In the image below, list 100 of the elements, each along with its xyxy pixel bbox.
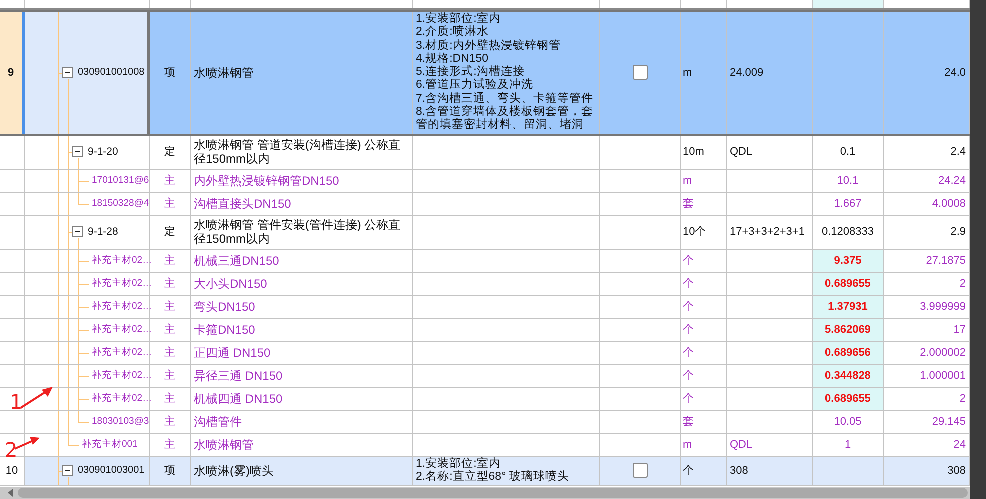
table-row[interactable]: 9-1-28 定 水喷淋钢管 管件安装(管件连接) 公称直径150mm以内 10个 17+3+3+2+3+1 0.1208333 2.9 bbox=[0, 216, 970, 250]
features-text: 1.安装部位:室内 2.名称:直立型68° 玻璃球喷头 bbox=[416, 458, 570, 484]
unit-text: 个 bbox=[683, 322, 694, 337]
content-value: 5.862069 bbox=[825, 322, 871, 337]
checkbox[interactable] bbox=[632, 65, 648, 80]
quantity-value: 24.24 bbox=[938, 174, 966, 188]
code-text: 9-1-28 bbox=[88, 225, 118, 240]
unit-text: 个 bbox=[683, 368, 694, 383]
expression-text: 308 bbox=[730, 464, 748, 478]
annotation-arrow bbox=[14, 436, 40, 450]
name-text: 正四通 DN150 bbox=[194, 346, 271, 360]
unit-text: 10个 bbox=[683, 225, 706, 240]
name-text: 异径三通 DN150 bbox=[194, 368, 283, 383]
expression-text: QDL bbox=[730, 145, 753, 160]
code-text: 18030103@3 bbox=[92, 414, 150, 429]
quantity-value: 24.0 bbox=[944, 66, 966, 80]
table-row[interactable]: 补充主材02… 主 卡箍DN150 个 5.862069 17 bbox=[0, 318, 970, 342]
unit-text: m bbox=[683, 174, 692, 188]
table-row[interactable]: 9-1-20 定 水喷淋钢管 管道安装(沟槽连接) 公称直径150mm以内 10m QDL 0.1 2.4 bbox=[0, 136, 970, 170]
code-text: 18150328@4 bbox=[92, 196, 150, 211]
row-number: 9 bbox=[0, 12, 25, 134]
content-value: 0.1208333 bbox=[822, 225, 874, 240]
unit-text: 个 bbox=[683, 392, 694, 406]
code-text: 补充主材02… bbox=[92, 300, 152, 314]
name-text: 大小头DN150 bbox=[194, 276, 268, 291]
code-text: 9-1-20 bbox=[88, 145, 118, 160]
type-text: 主 bbox=[164, 438, 176, 452]
code-text: 补充主材02… bbox=[92, 322, 152, 337]
content-value: 0.344828 bbox=[825, 368, 871, 383]
content-value: 0.689656 bbox=[825, 346, 871, 360]
expression-text: 17+3+3+2+3+1 bbox=[730, 225, 805, 240]
collapse-toggle[interactable] bbox=[62, 464, 73, 476]
table-row[interactable]: 9 030901001008 项 水喷淋钢管 1.安装部位:室内 2.介质:喷淋水 3.材质:内外壁热浸镀锌钢管 4.规格:DN150 5.连接形式:沟槽连接 6.管道压力试验及冲洗 7.含沟槽三通、弯头、卡箍等管件 8.含管道穿墙体及楼板钢套管，套管的填塞密封材料、留洞、堵洞 m 24.009 24.0 bbox=[0, 10, 970, 136]
type-text: 定 bbox=[164, 145, 176, 160]
unit-text: 套 bbox=[683, 196, 694, 211]
collapse-toggle[interactable] bbox=[72, 146, 83, 158]
features-text: 1.安装部位:室内 2.介质:喷淋水 3.材质:内外壁热浸镀锌钢管 4.规格:DN150 5.连接形式:沟槽连接 6.管道压力试验及冲洗 7.含沟槽三通、弯头、卡箍等管件 8.含管道穿墙体及楼板钢套管，套管的填塞密封材料、留洞、堵洞 bbox=[416, 13, 595, 133]
name-text: 弯头DN150 bbox=[194, 300, 256, 314]
unit-text: m bbox=[683, 438, 692, 452]
table-row[interactable]: 10 030901003001 项 水喷淋(雾)喷头 1.安装部位:室内 2.名称:直立型68° 玻璃球喷头 个 308 308 bbox=[0, 456, 970, 486]
content-value: 1.667 bbox=[834, 196, 862, 211]
horizontal-scrollbar[interactable] bbox=[0, 487, 970, 499]
scroll-left-icon[interactable] bbox=[8, 489, 14, 497]
code-text: 17010131@6 bbox=[92, 174, 150, 188]
table-cell bbox=[813, 0, 884, 8]
type-text: 项 bbox=[164, 66, 176, 80]
unit-text: 个 bbox=[683, 276, 694, 291]
name-text: 机械三通DN150 bbox=[194, 254, 280, 268]
quantity-value: 2.4 bbox=[950, 145, 966, 160]
quantity-value: 2.000002 bbox=[920, 346, 966, 360]
collapse-toggle[interactable] bbox=[62, 66, 73, 78]
row-number: 10 bbox=[0, 456, 25, 486]
unit-text: m bbox=[683, 66, 692, 80]
content-value: 10.1 bbox=[837, 174, 859, 188]
content-value: 1.37931 bbox=[828, 300, 868, 314]
table-row[interactable]: 18150328@4 主 沟槽直接头DN150 套 1.667 4.0008 bbox=[0, 192, 970, 216]
code-text: 补充主材02… bbox=[92, 346, 152, 360]
unit-text: 个 bbox=[683, 254, 694, 268]
type-text: 主 bbox=[164, 392, 176, 406]
table-row[interactable]: 18030103@3 主 沟槽管件 套 10.05 29.145 bbox=[0, 410, 970, 434]
unit-text: 个 bbox=[683, 464, 694, 478]
expression-text: QDL bbox=[730, 438, 753, 452]
code-text: 补充主材02… bbox=[92, 254, 152, 268]
name-text: 卡箍DN150 bbox=[194, 322, 256, 337]
code-text: 补充主材02… bbox=[92, 368, 152, 383]
type-text: 主 bbox=[164, 196, 176, 211]
type-text: 主 bbox=[164, 322, 176, 337]
table-row[interactable]: 补充主材02… 主 弯头DN150 个 1.37931 3.999999 bbox=[0, 296, 970, 319]
quantity-value: 2.9 bbox=[950, 225, 966, 240]
table-row[interactable]: 补充主材02… 主 异径三通 DN150 个 0.344828 1.000001 bbox=[0, 364, 970, 388]
content-value: 0.689655 bbox=[825, 392, 871, 406]
type-text: 主 bbox=[164, 276, 176, 291]
content-value: 0.1 bbox=[840, 145, 856, 160]
quantity-value: 3.999999 bbox=[920, 300, 966, 314]
table-row[interactable]: 补充主材02… 主 正四通 DN150 个 0.689656 2.000002 bbox=[0, 342, 970, 365]
quantity-value: 308 bbox=[948, 464, 966, 478]
code-text: 补充主材001 bbox=[82, 438, 138, 452]
name-text: 内外壁热浸镀锌钢管DN150 bbox=[194, 174, 340, 188]
name-text: 水喷淋钢管 bbox=[194, 438, 254, 452]
name-text: 水喷淋钢管 bbox=[194, 66, 254, 80]
code-text: 030901003001 bbox=[78, 464, 145, 478]
unit-text: 个 bbox=[683, 300, 694, 314]
collapse-toggle[interactable] bbox=[72, 226, 83, 238]
unit-text: 个 bbox=[683, 346, 694, 360]
table-row[interactable]: 补充主材02… 主 大小头DN150 个 0.689655 2 bbox=[0, 272, 970, 296]
type-text: 项 bbox=[164, 464, 176, 478]
scroll-thumb[interactable] bbox=[18, 488, 968, 498]
quantity-value: 17 bbox=[954, 322, 966, 337]
unit-text: 套 bbox=[683, 414, 694, 429]
table-row[interactable]: 补充主材02… 主 机械三通DN150 个 9.375 27.1875 bbox=[0, 250, 970, 273]
type-text: 主 bbox=[164, 368, 176, 383]
code-text: 030901001008 bbox=[78, 66, 145, 80]
content-value: 1 bbox=[844, 438, 852, 452]
name-text: 沟槽管件 bbox=[194, 414, 242, 429]
name-text: 水喷淋钢管 管道安装(沟槽连接) 公称直径150mm以内 bbox=[194, 138, 402, 166]
code-text: 补充主材02… bbox=[92, 276, 152, 291]
name-text: 水喷淋(雾)喷头 bbox=[194, 464, 274, 478]
checkbox[interactable] bbox=[632, 463, 648, 478]
quantity-value: 2 bbox=[960, 392, 966, 406]
table-row[interactable]: 17010131@6 主 内外壁热浸镀锌钢管DN150 m 10.1 24.24 bbox=[0, 170, 970, 193]
